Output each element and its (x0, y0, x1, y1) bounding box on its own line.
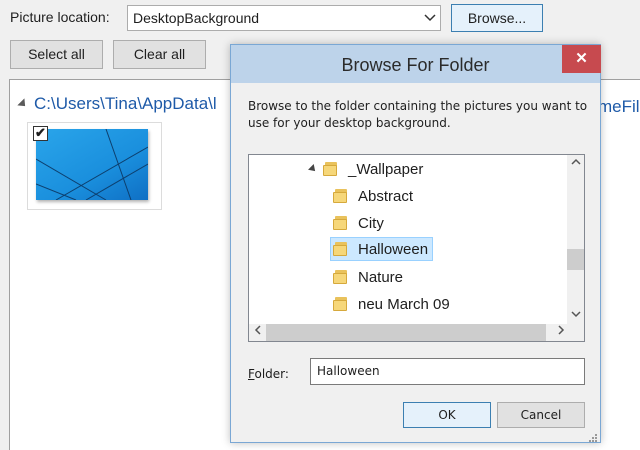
vertical-scroll-thumb[interactable] (567, 249, 584, 270)
ok-button[interactable]: OK (403, 402, 491, 428)
scrollbar-corner (567, 324, 584, 341)
tree-item-label: neu March 09 (358, 295, 450, 313)
clear-all-button[interactable]: Clear all (113, 40, 206, 69)
horizontal-scroll-thumb[interactable] (266, 324, 546, 341)
folder-label: Folder: (248, 367, 289, 381)
expand-triangle-icon[interactable] (17, 98, 29, 110)
tree-item-label: City (358, 214, 384, 232)
scroll-up-icon[interactable] (567, 155, 584, 172)
tree-node-label: _Wallpaper (348, 160, 424, 178)
tree-item-label: Nature (358, 268, 404, 286)
tree-item-city[interactable]: City (333, 211, 387, 235)
select-all-button[interactable]: Select all (10, 40, 103, 69)
folder-tree[interactable]: _Wallpaper Abstract City Halloween Natur… (248, 154, 585, 342)
tree-item-neu-march-09[interactable]: neu March 09 (333, 292, 453, 316)
folder-icon (333, 242, 349, 256)
folder-path-text[interactable]: C:\Users\Tina\AppData\l (34, 94, 217, 114)
browse-for-folder-dialog: Browse For Folder ✕ Browse to the folder… (230, 44, 601, 443)
chevron-down-icon[interactable] (420, 6, 440, 30)
tree-vertical-scrollbar[interactable] (567, 155, 584, 324)
close-icon: ✕ (575, 50, 588, 67)
tree-item-label: Halloween (358, 240, 429, 258)
tree-item-label: Abstract (358, 187, 414, 205)
dialog-title: Browse For Folder (341, 55, 490, 75)
tree-horizontal-scrollbar[interactable] (249, 324, 569, 341)
dialog-titlebar[interactable]: Browse For Folder ✕ (231, 45, 601, 83)
tree-item-nature[interactable]: Nature (333, 265, 406, 289)
tree-item-abstract[interactable]: Abstract (333, 184, 416, 208)
folder-icon (333, 297, 349, 311)
folder-label-text: older: (254, 367, 289, 381)
folder-icon (333, 189, 349, 203)
close-button[interactable]: ✕ (562, 45, 601, 73)
thumbnail-checkbox[interactable]: ✔ (33, 126, 48, 141)
picture-location-value: DesktopBackground (133, 10, 260, 26)
folder-path-text-overflow: meFil (598, 97, 640, 116)
resize-grip-icon[interactable] (588, 430, 598, 442)
folder-icon (333, 216, 349, 230)
scroll-down-icon[interactable] (567, 307, 584, 324)
cancel-button[interactable]: Cancel (497, 402, 585, 428)
collapse-triangle-icon[interactable] (308, 164, 318, 174)
tree-item-halloween[interactable]: Halloween (330, 237, 434, 261)
folder-input[interactable]: Halloween (310, 358, 585, 385)
tree-node-parent[interactable]: _Wallpaper (308, 157, 426, 181)
dialog-description: Browse to the folder containing the pict… (248, 99, 588, 130)
folder-icon (323, 162, 339, 176)
folder-path-group[interactable]: C:\Users\Tina\AppData\l (17, 94, 217, 114)
wallpaper-thumbnail[interactable] (36, 129, 148, 200)
picture-location-dropdown[interactable]: DesktopBackground (127, 5, 441, 31)
folder-icon (333, 270, 349, 284)
picture-location-label: Picture location: (10, 9, 110, 25)
scroll-left-icon[interactable] (249, 324, 266, 341)
browse-button[interactable]: Browse... (451, 4, 543, 32)
